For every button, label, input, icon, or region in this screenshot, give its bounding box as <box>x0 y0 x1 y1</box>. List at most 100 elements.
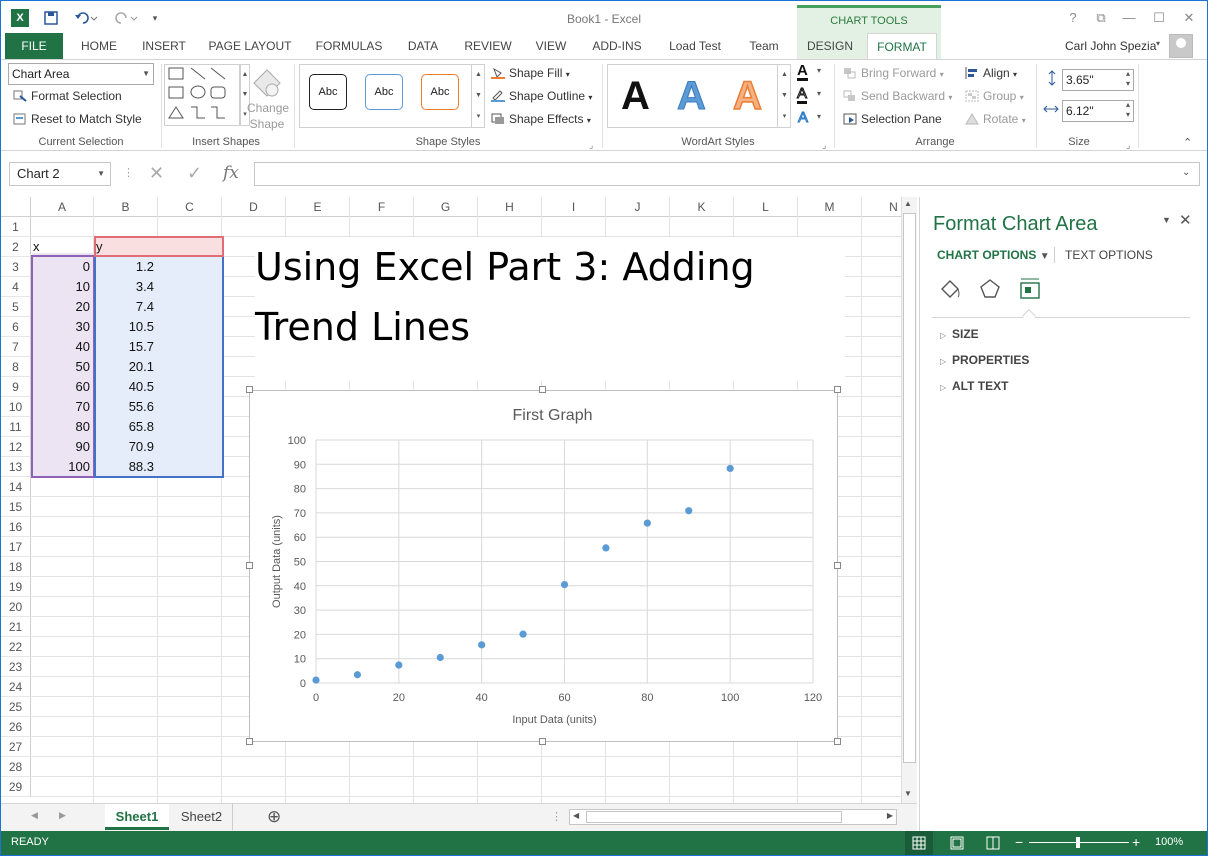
selection-pane-button[interactable]: Selection Pane <box>843 112 942 126</box>
row-header-24[interactable]: 24 <box>1 677 31 697</box>
row-header-1[interactable]: 1 <box>1 217 31 237</box>
row-header-19[interactable]: 19 <box>1 577 31 597</box>
tab-load-test[interactable]: Load Test <box>661 33 729 59</box>
normal-view-button[interactable] <box>905 831 933 855</box>
name-box[interactable]: Chart 2 ▼ <box>9 162 111 186</box>
cancel-icon[interactable]: ✕ <box>149 163 164 184</box>
pane-options-icon[interactable]: ▼ <box>1162 215 1171 225</box>
insert-function-icon[interactable]: fx <box>223 163 239 183</box>
shape-width-input[interactable]: 6.12" <box>1062 100 1134 122</box>
heading-textbox[interactable]: Using Excel Part 3: Adding Trend Lines <box>255 237 845 381</box>
resize-handle[interactable] <box>539 738 546 745</box>
avatar[interactable] <box>1169 34 1193 58</box>
page-break-preview-button[interactable] <box>979 831 1007 855</box>
row-header-2[interactable]: 2 <box>1 237 31 257</box>
y-axis-title[interactable]: Output Data (units) <box>271 515 283 608</box>
user-dropdown-icon[interactable]: ▾ <box>1156 39 1160 48</box>
data-point[interactable] <box>353 671 362 679</box>
resize-handle[interactable] <box>246 386 253 393</box>
shapes-gallery[interactable] <box>164 64 240 126</box>
page-layout-view-button[interactable] <box>943 831 971 855</box>
cell-b6[interactable]: 10.5 <box>96 317 157 337</box>
row-header-15[interactable]: 15 <box>1 497 31 517</box>
tab-home[interactable]: HOME <box>71 33 127 59</box>
cell-a3[interactable]: 0 <box>33 257 93 277</box>
reset-to-match-style-button[interactable]: Reset to Match Style <box>13 112 142 126</box>
dialog-launcher-icon[interactable]: ⌟ <box>1126 140 1130 151</box>
zoom-level[interactable]: 100% <box>1155 836 1183 848</box>
row-header-23[interactable]: 23 <box>1 657 31 677</box>
shape-fill-button[interactable]: Shape Fill ▾ <box>491 66 570 80</box>
tab-insert[interactable]: INSERT <box>135 33 193 59</box>
row-header-27[interactable]: 27 <box>1 737 31 757</box>
row-header-13[interactable]: 13 <box>1 457 31 477</box>
row-header-29[interactable]: 29 <box>1 777 31 797</box>
chart-element-selector[interactable]: Chart Area ▼ <box>8 63 154 85</box>
column-header-h[interactable]: H <box>478 197 542 217</box>
worksheet[interactable]: ABCDEFGHIJKLMN 1 2 3 4 5 6 7 8 9 10 11 12 13 14 15 16 17… <box>1 197 901 803</box>
properties-section[interactable]: ▷ PROPERTIES <box>940 353 1029 367</box>
format-selection-button[interactable]: Format Selection <box>13 89 122 103</box>
collapse-ribbon-icon[interactable]: ⌃ <box>1183 136 1192 149</box>
row-header-11[interactable]: 11 <box>1 417 31 437</box>
data-point[interactable] <box>726 464 734 473</box>
help-icon[interactable]: ? <box>1063 10 1083 25</box>
scroll-right-icon[interactable]: ▶ <box>887 811 893 820</box>
shape-height-input[interactable]: 3.65" <box>1062 69 1134 91</box>
shape-style-blue[interactable]: Abc <box>365 74 403 110</box>
column-header-g[interactable]: G <box>414 197 478 217</box>
data-point[interactable] <box>643 519 651 527</box>
resize-handle[interactable] <box>834 562 841 569</box>
previous-sheet-icon[interactable]: ◀ <box>31 810 38 821</box>
tab-design[interactable]: DESIGN <box>801 33 859 59</box>
minimize-icon[interactable]: — <box>1119 10 1139 25</box>
close-pane-icon[interactable]: ✕ <box>1179 211 1192 229</box>
size-properties-icon[interactable] <box>1018 277 1042 304</box>
chevron-down-icon[interactable]: ▾ <box>817 66 821 75</box>
column-header-c[interactable]: C <box>158 197 222 217</box>
new-sheet-icon[interactable]: ⊕ <box>267 807 281 827</box>
data-point[interactable] <box>312 676 320 684</box>
chart-title[interactable]: First Graph <box>512 407 592 424</box>
resize-handle[interactable] <box>834 738 841 745</box>
cell-b5[interactable]: 7.4 <box>96 297 157 317</box>
wordart-style-black[interactable]: A <box>621 74 650 118</box>
wordart-style-blue[interactable]: A <box>677 74 707 119</box>
sheet-tab-sheet1[interactable]: Sheet1 <box>105 804 169 830</box>
x-axis-title[interactable]: Input Data (units) <box>512 714 596 726</box>
cell-a8[interactable]: 50 <box>33 357 93 377</box>
row-header-14[interactable]: 14 <box>1 477 31 497</box>
cell-b12[interactable]: 70.9 <box>96 437 157 457</box>
cell-a10[interactable]: 70 <box>33 397 93 417</box>
tab-team[interactable]: Team <box>737 33 791 59</box>
data-point[interactable] <box>602 544 610 552</box>
column-header-n[interactable]: N <box>862 197 901 217</box>
zoom-out-icon[interactable]: − <box>1015 834 1023 850</box>
change-shape-button[interactable] <box>247 68 287 101</box>
select-all-corner[interactable] <box>1 197 31 217</box>
resize-handle[interactable] <box>539 386 546 393</box>
row-header-28[interactable]: 28 <box>1 757 31 777</box>
cell-a9[interactable]: 60 <box>33 377 93 397</box>
tab-view[interactable]: VIEW <box>529 33 573 59</box>
close-icon[interactable]: ✕ <box>1179 10 1199 26</box>
scroll-left-icon[interactable]: ◀ <box>573 811 579 820</box>
row-header-21[interactable]: 21 <box>1 617 31 637</box>
cell-b13[interactable]: 88.3 <box>96 457 157 477</box>
group-button[interactable]: Group ▾ <box>965 89 1024 103</box>
cell-b7[interactable]: 15.7 <box>96 337 157 357</box>
cell-b10[interactable]: 55.6 <box>96 397 157 417</box>
resize-handle[interactable] <box>246 738 253 745</box>
column-header-f[interactable]: F <box>350 197 414 217</box>
column-header-b[interactable]: B <box>94 197 158 217</box>
zoom-slider-thumb[interactable] <box>1076 837 1080 848</box>
align-button[interactable]: Align ▾ <box>965 66 1017 80</box>
shape-style-black[interactable]: Abc <box>309 74 347 110</box>
tab-add-ins[interactable]: ADD-INS <box>581 33 653 59</box>
resize-handle[interactable] <box>246 562 253 569</box>
row-header-20[interactable]: 20 <box>1 597 31 617</box>
row-header-6[interactable]: 6 <box>1 317 31 337</box>
tab-format[interactable]: FORMAT <box>867 33 937 60</box>
sheet-tab-sheet2[interactable]: Sheet2 <box>171 804 233 830</box>
formula-input[interactable] <box>254 162 1200 186</box>
